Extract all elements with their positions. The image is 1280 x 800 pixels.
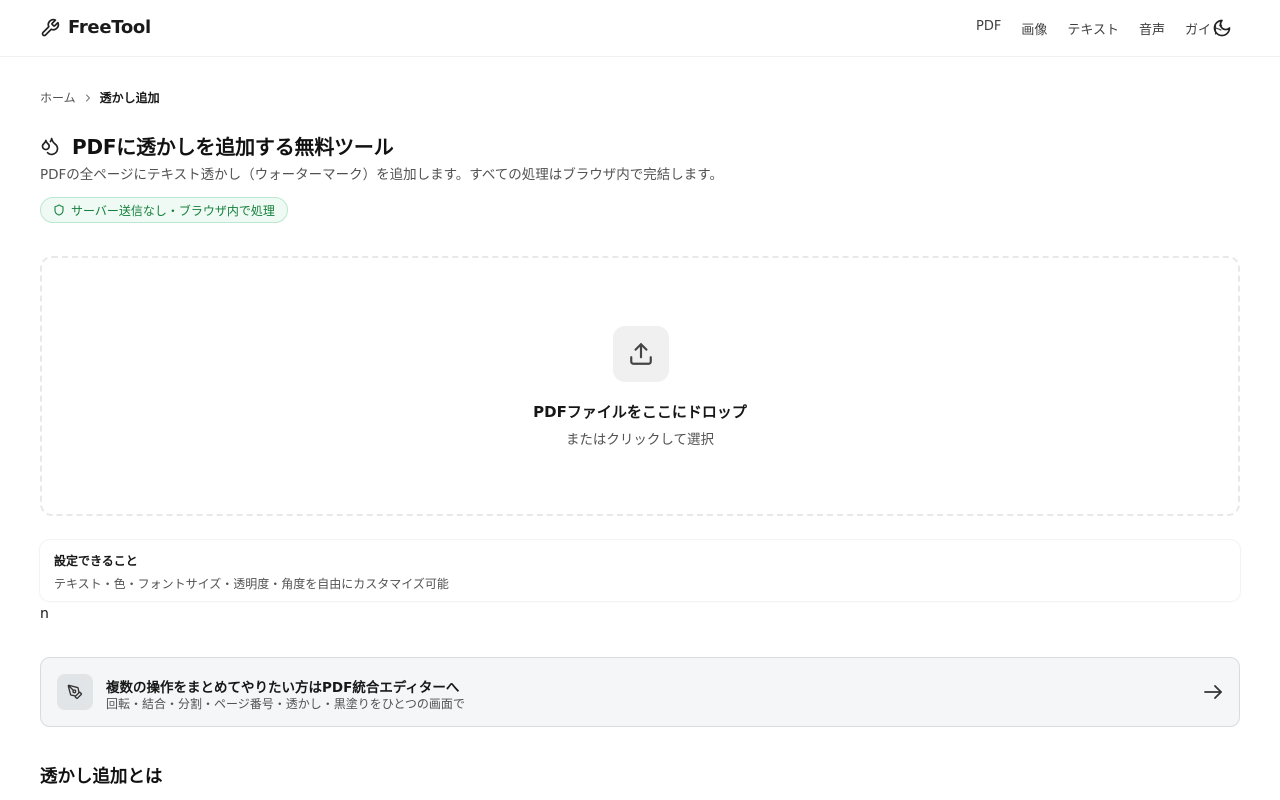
chevron-right-icon xyxy=(82,92,94,104)
pdf-editor-cta-link[interactable]: 複数の操作をまとめてやりたい方はPDF統合エディターへ 回転・結合・分割・ページ… xyxy=(40,657,1240,727)
cta-subtitle: 回転・結合・分割・ページ番号・透かし・黒塗りをひとつの画面で xyxy=(106,697,465,711)
settings-info-card: 設定できること テキスト・色・フォントサイズ・透明度・角度を自由にカスタマイズ可… xyxy=(40,540,1240,601)
breadcrumb-current: 透かし追加 xyxy=(99,91,160,105)
privacy-badge: サーバー送信なし・ブラウザ内で処理 xyxy=(40,197,288,223)
nav-link-audio[interactable]: 音声 xyxy=(1139,19,1165,38)
upload-icon xyxy=(613,326,669,382)
section-title: 透かし追加とは xyxy=(40,767,163,787)
nav-link-text[interactable]: テキスト xyxy=(1067,19,1119,38)
droplets-icon xyxy=(40,136,60,156)
moon-icon[interactable] xyxy=(1212,18,1232,38)
page-subtitle: PDFの全ページにテキスト透かし（ウォーターマーク）を追加します。すべての処理は… xyxy=(40,167,723,183)
breadcrumb-home-link[interactable]: ホーム xyxy=(40,89,76,106)
shield-icon xyxy=(53,204,65,216)
page-title-row: PDFに透かしを追加する無料ツール xyxy=(40,131,394,160)
site-header: FreeTool PDF 画像 テキスト 音声 ガイド xyxy=(0,0,1280,57)
breadcrumb: ホーム 透かし追加 xyxy=(40,89,160,106)
page-title: PDFに透かしを追加する無料ツール xyxy=(72,135,394,159)
cta-title: 複数の操作をまとめてやりたい方はPDF統合エディターへ xyxy=(106,680,460,696)
main-nav: PDF 画像 テキスト 音声 ガイド xyxy=(976,19,1224,38)
dropzone-title: PDFファイルをここにドロップ xyxy=(533,403,747,421)
nav-link-image[interactable]: 画像 xyxy=(1021,19,1047,38)
file-dropzone[interactable]: PDFファイルをここにドロップ またはクリックして選択 xyxy=(40,256,1240,516)
nav-link-pdf[interactable]: PDF xyxy=(976,19,1001,38)
dropzone-subtitle: またはクリックして選択 xyxy=(565,432,715,448)
privacy-badge-label: サーバー送信なし・ブラウザ内で処理 xyxy=(71,203,275,218)
brand-logo-link[interactable]: FreeTool xyxy=(40,17,151,38)
arrow-right-icon xyxy=(1203,684,1223,700)
brand-name: FreeTool xyxy=(68,17,151,38)
info-card-text: テキスト・色・フォントサイズ・透明度・角度を自由にカスタマイズ可能 xyxy=(54,577,449,591)
wrench-icon xyxy=(40,18,60,38)
stray-text: n xyxy=(40,606,49,622)
pen-tool-icon xyxy=(57,674,93,710)
info-card-title: 設定できること xyxy=(54,554,138,568)
